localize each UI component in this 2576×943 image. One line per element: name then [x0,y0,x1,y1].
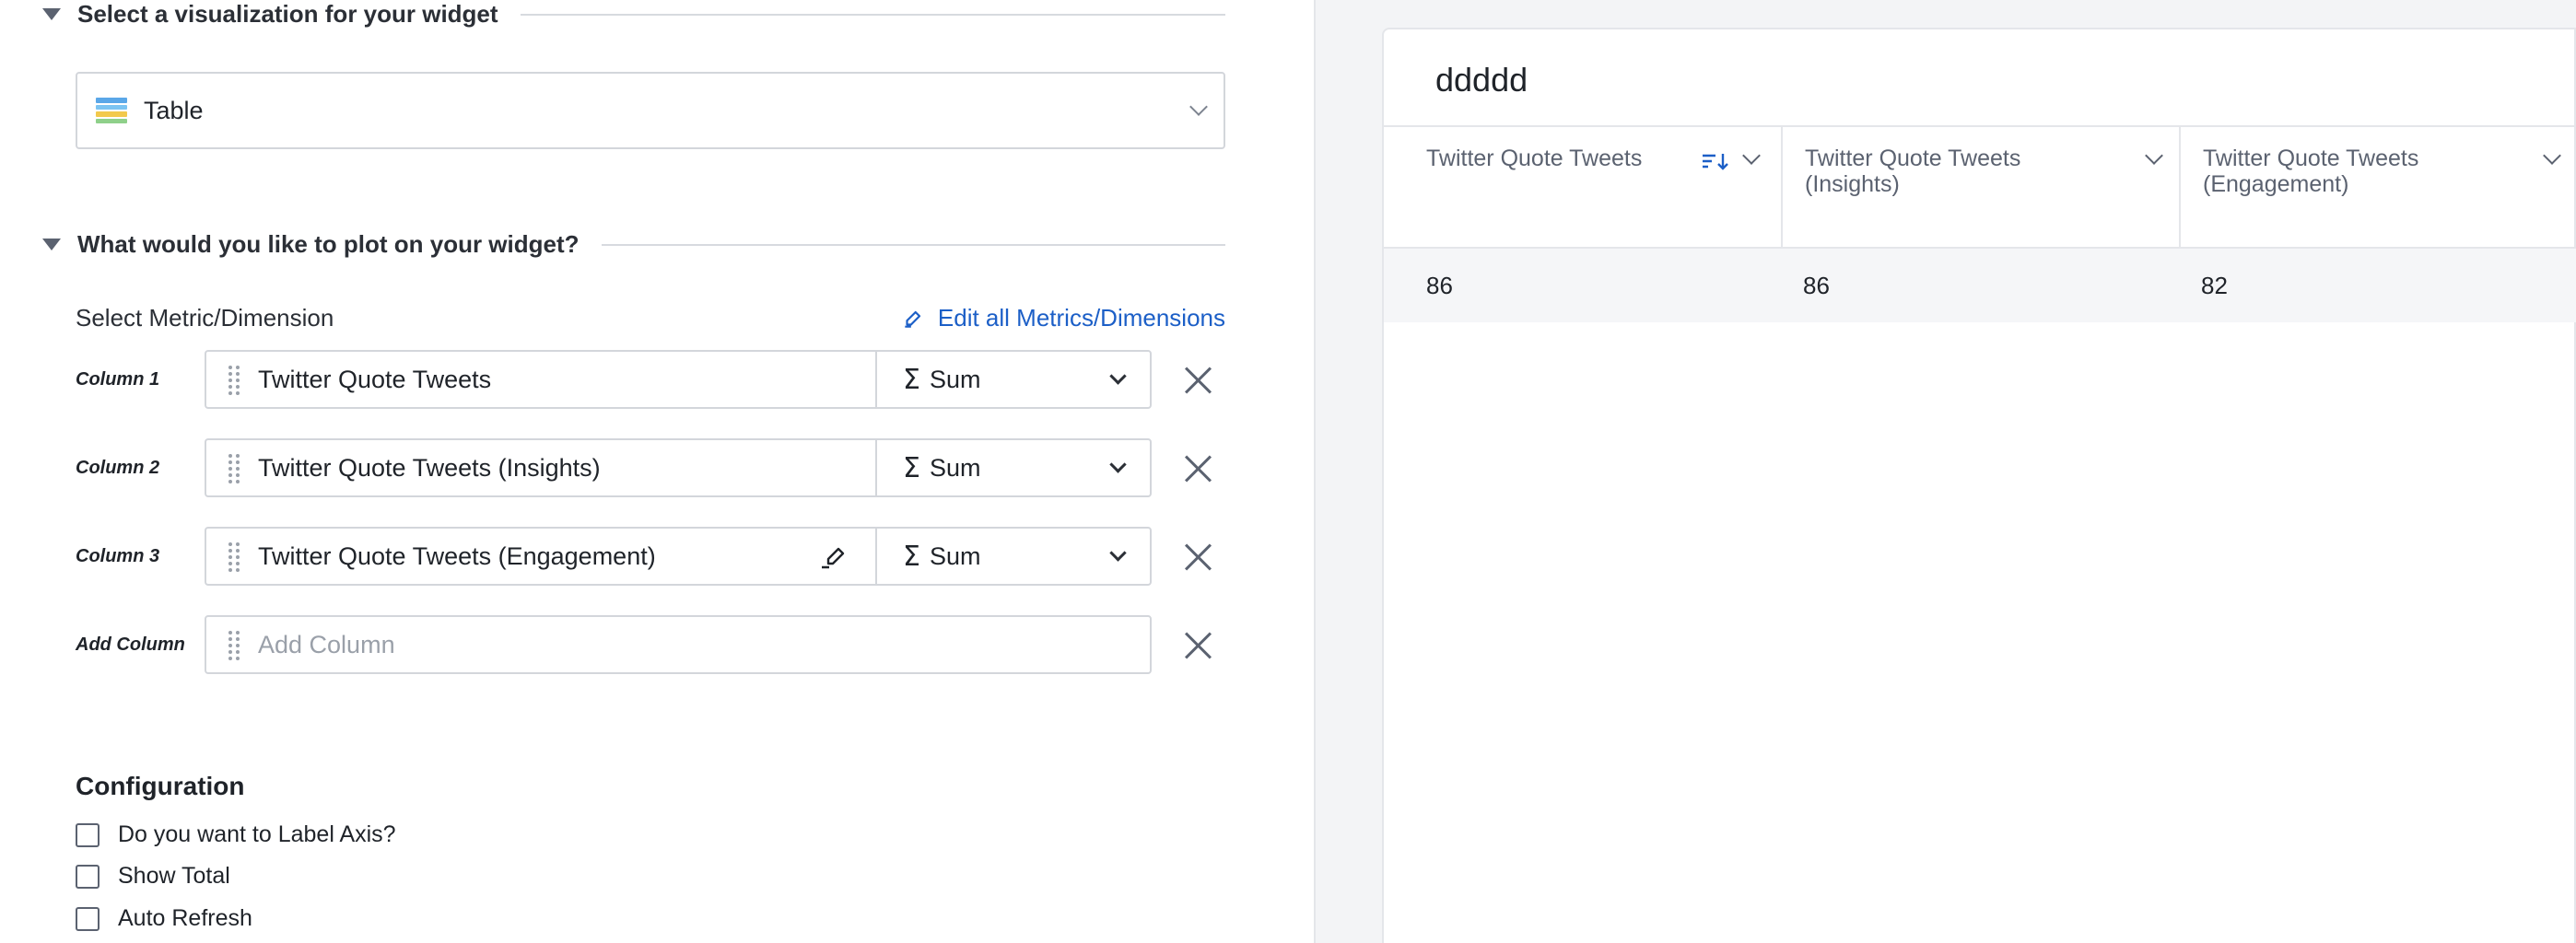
table-header-row: Twitter Quote Tweets Twitter Quote Tweet… [1384,125,2576,249]
section-title: Select a visualization for your widget [77,0,498,28]
aggregation-select[interactable]: Σ Sum [875,438,1152,497]
sigma-icon: Σ [903,363,920,396]
column-metric-value: Twitter Quote Tweets (Insights) [258,453,601,482]
column-row-label: Column 1 [76,368,160,390]
aggregation-value: Sum [929,541,981,570]
chevron-down-icon[interactable] [2145,146,2163,165]
auto-refresh-checkbox-row[interactable]: Auto Refresh [76,905,252,932]
header-label: Twitter Quote Tweets [1426,146,1643,171]
chevron-down-icon[interactable] [2543,146,2561,165]
chevron-down-icon [1109,367,1127,385]
divider [601,243,1225,246]
edit-all-metrics-link[interactable]: Edit all Metrics/Dimensions [901,304,1225,332]
remove-column-icon[interactable] [1181,628,1214,661]
checkbox-label: Auto Refresh [118,905,252,931]
column-metric-value: Twitter Quote Tweets (Engagement) [258,541,656,570]
pencil-icon [905,310,921,328]
remove-column-icon[interactable] [1181,451,1214,484]
chevron-down-icon [1189,98,1208,116]
add-column-placeholder: Add Column [258,630,395,658]
aggregation-select[interactable]: Σ Sum [875,350,1152,409]
table-header-cell[interactable]: Twitter Quote Tweets (Engagement) [2181,127,2576,247]
collapse-caret-icon[interactable] [42,239,61,250]
drag-handle-icon[interactable] [228,542,240,572]
edit-all-label: Edit all Metrics/Dimensions [937,304,1225,332]
header-label: Twitter Quote Tweets (Insights) [1805,146,2021,197]
aggregation-select[interactable]: Σ Sum [875,527,1152,586]
column-row-label: Column 2 [76,457,160,478]
metric-dimension-label: Select Metric/Dimension [76,304,334,332]
aggregation-value: Sum [929,365,981,393]
widget-preview-card: ddddd Twitter Quote Tweets Twitter Quote… [1382,28,2576,943]
checkbox[interactable] [76,906,100,931]
section-title: What would you like to plot on your widg… [77,230,580,258]
table-cell: 82 [2201,271,2228,299]
divider [520,13,1225,16]
drag-handle-icon[interactable] [228,631,240,660]
checkbox[interactable] [76,822,100,847]
drag-handle-icon[interactable] [228,366,240,395]
aggregation-value: Sum [929,453,981,482]
column-row: Column 2 Twitter Quote Tweets (Insights)… [76,438,1246,497]
column-row: Column 1 Twitter Quote Tweets Σ Sum [76,350,1246,409]
edit-pencil-icon[interactable] [820,545,849,571]
column-metric-field[interactable]: Twitter Quote Tweets (Engagement) [205,527,875,586]
column-row-label: Column 3 [76,545,160,566]
column-metric-field[interactable]: Twitter Quote Tweets (Insights) [205,438,875,497]
add-column-row: Add Column Add Column [76,615,1246,674]
table-header-cell[interactable]: Twitter Quote Tweets [1384,127,1783,247]
table-cell: 86 [1803,271,1830,299]
collapse-caret-icon[interactable] [42,8,61,20]
header-label: Twitter Quote Tweets (Engagement) [2203,146,2419,197]
add-column-input[interactable]: Add Column [205,615,1152,674]
column-metric-field[interactable]: Twitter Quote Tweets [205,350,875,409]
checkbox-label: Do you want to Label Axis? [118,821,396,847]
visualization-section-header[interactable]: Select a visualization for your widget [42,0,1225,29]
table-icon [96,98,127,123]
column-row-label: Add Column [76,634,185,655]
visualization-selected-label: Table [144,96,204,124]
visualization-select[interactable]: Table [76,72,1225,149]
chevron-down-icon [1109,455,1127,473]
configuration-title: Configuration [76,772,245,800]
remove-column-icon[interactable] [1181,363,1214,396]
widget-title: ddddd [1435,61,1528,99]
remove-column-icon[interactable] [1181,540,1214,573]
table-row: 86 86 82 [1384,249,2576,322]
plot-section-header[interactable]: What would you like to plot on your widg… [42,230,1225,259]
label-axis-checkbox-row[interactable]: Do you want to Label Axis? [76,821,396,848]
chevron-down-icon [1109,543,1127,562]
column-metric-value: Twitter Quote Tweets [258,365,492,393]
drag-handle-icon[interactable] [228,454,240,483]
sigma-icon: Σ [903,540,920,573]
chevron-down-icon[interactable] [1742,146,1761,165]
table-cell: 86 [1426,271,1453,299]
show-total-checkbox-row[interactable]: Show Total [76,863,230,890]
table-header-cell[interactable]: Twitter Quote Tweets (Insights) [1783,127,2181,247]
checkbox[interactable] [76,864,100,889]
column-row: Column 3 Twitter Quote Tweets (Engagemen… [76,527,1246,586]
checkbox-label: Show Total [118,863,230,889]
sort-icon[interactable] [1701,151,1730,173]
sigma-icon: Σ [903,451,920,484]
widget-builder-panel: Select a visualization for your widget T… [0,0,1314,943]
